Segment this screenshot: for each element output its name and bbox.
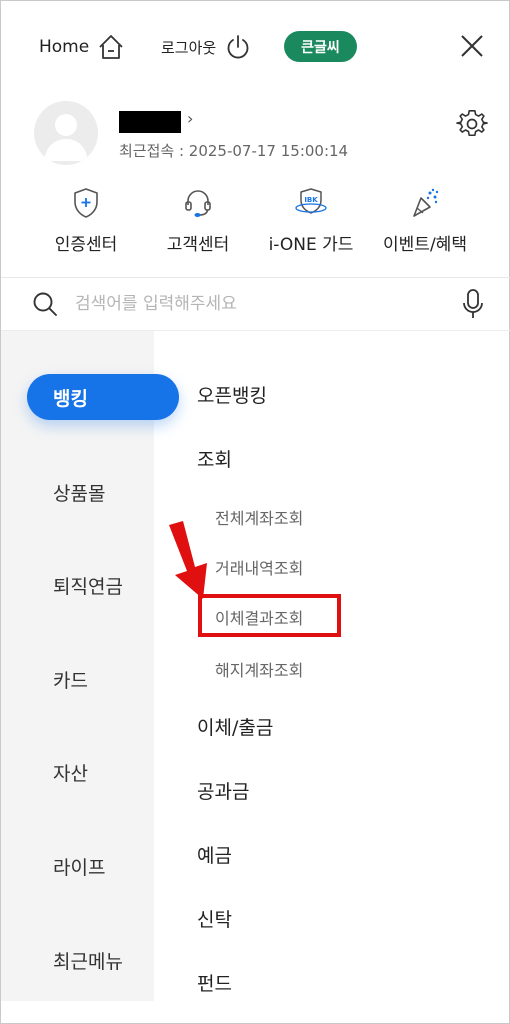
menu-all-accounts-inquiry[interactable]: 전체계좌조회 [215, 505, 303, 529]
highlight-box [198, 594, 341, 637]
gear-icon [456, 110, 488, 137]
category-label: 최근메뉴 [53, 950, 123, 973]
quick-menu-ione-guard[interactable]: IBK i-ONE 가드 [251, 186, 371, 255]
quick-menu-auth-center[interactable]: 인증센터 [26, 186, 146, 255]
menu-closed-accounts-inquiry[interactable]: 해지계좌조회 [215, 657, 303, 681]
category-label: 라이프 [53, 856, 106, 879]
quick-menu-label: 인증센터 [54, 235, 118, 255]
user-silhouette-icon [44, 114, 88, 161]
logout-button[interactable]: 로그아웃 [161, 29, 252, 65]
category-retirement-pension[interactable]: 퇴직연금 [1, 562, 154, 608]
category-label: 퇴직연금 [53, 575, 123, 598]
party-popper-icon [413, 188, 439, 217]
app-frame: Home 로그아웃 큰글씨 › 최근접속: 2025-07-17 15:00:… [0, 0, 510, 1024]
category-card[interactable]: 카드 [1, 656, 154, 702]
quick-menu-customer-center[interactable]: 고객센터 [138, 186, 258, 255]
category-label: 상품몰 [53, 482, 106, 505]
category-label: 카드 [53, 669, 88, 692]
category-assets[interactable]: 자산 [1, 749, 154, 795]
search-icon[interactable] [31, 290, 59, 318]
top-bar: Home 로그아웃 큰글씨 [1, 1, 510, 93]
microphone-icon[interactable] [461, 288, 485, 320]
menu-fund[interactable]: 펀드 [197, 969, 232, 996]
menu-transfer-withdrawal[interactable]: 이체/출금 [197, 713, 273, 740]
menu-trust[interactable]: 신탁 [197, 905, 232, 932]
shield-plus-icon [74, 188, 98, 218]
menu-panel: 오픈뱅킹 조회 전체계좌조회 거래내역조회 이체결과조회 해지계좌조회 이체/출… [154, 331, 510, 1021]
big-font-button[interactable]: 큰글씨 [284, 31, 357, 62]
menu-inquiry[interactable]: 조회 [197, 445, 232, 472]
home-icon [99, 35, 123, 59]
home-label: Home [39, 37, 90, 57]
power-icon [227, 35, 249, 59]
profile-chevron-icon[interactable]: › [187, 109, 193, 128]
settings-button[interactable] [456, 108, 488, 140]
home-button[interactable]: Home [39, 29, 125, 65]
menu-utility-bills[interactable]: 공과금 [197, 777, 249, 804]
headset-icon [185, 190, 211, 217]
logout-label: 로그아웃 [161, 38, 217, 57]
user-name-redacted[interactable] [119, 111, 181, 133]
ibk-icon-text: IBK [304, 196, 318, 204]
avatar[interactable] [34, 101, 98, 165]
last-login-text: 최근접속 : 2025-07-17 15:00:14 [119, 142, 349, 160]
quick-menu-label: i-ONE 가드 [268, 235, 354, 255]
quick-menu-label: 이벤트/혜택 [383, 235, 467, 255]
category-banking[interactable]: 뱅킹 [27, 374, 179, 420]
search-input[interactable] [75, 288, 435, 320]
category-label: 자산 [53, 762, 88, 785]
category-product-mall[interactable]: 상품몰 [1, 469, 154, 515]
category-life[interactable]: 라이프 [1, 843, 154, 889]
menu-open-banking[interactable]: 오픈뱅킹 [197, 381, 267, 408]
category-recent-menu[interactable]: 최근메뉴 [1, 937, 154, 983]
menu-deposit[interactable]: 예금 [197, 841, 232, 868]
red-arrow-icon [169, 521, 207, 599]
quick-menu-label: 고객센터 [166, 235, 230, 255]
menu-transaction-history[interactable]: 거래내역조회 [215, 555, 303, 579]
close-button[interactable] [457, 31, 487, 61]
category-label: 뱅킹 [53, 387, 88, 410]
search-bar [1, 278, 510, 330]
quick-menu-events[interactable]: 이벤트/혜택 [365, 186, 485, 255]
quick-menu: 인증센터 고객센터 IBK i-ONE 가드 이벤트/혜택 [1, 186, 510, 266]
close-icon [461, 35, 483, 57]
ibk-guard-icon: IBK [295, 188, 327, 214]
